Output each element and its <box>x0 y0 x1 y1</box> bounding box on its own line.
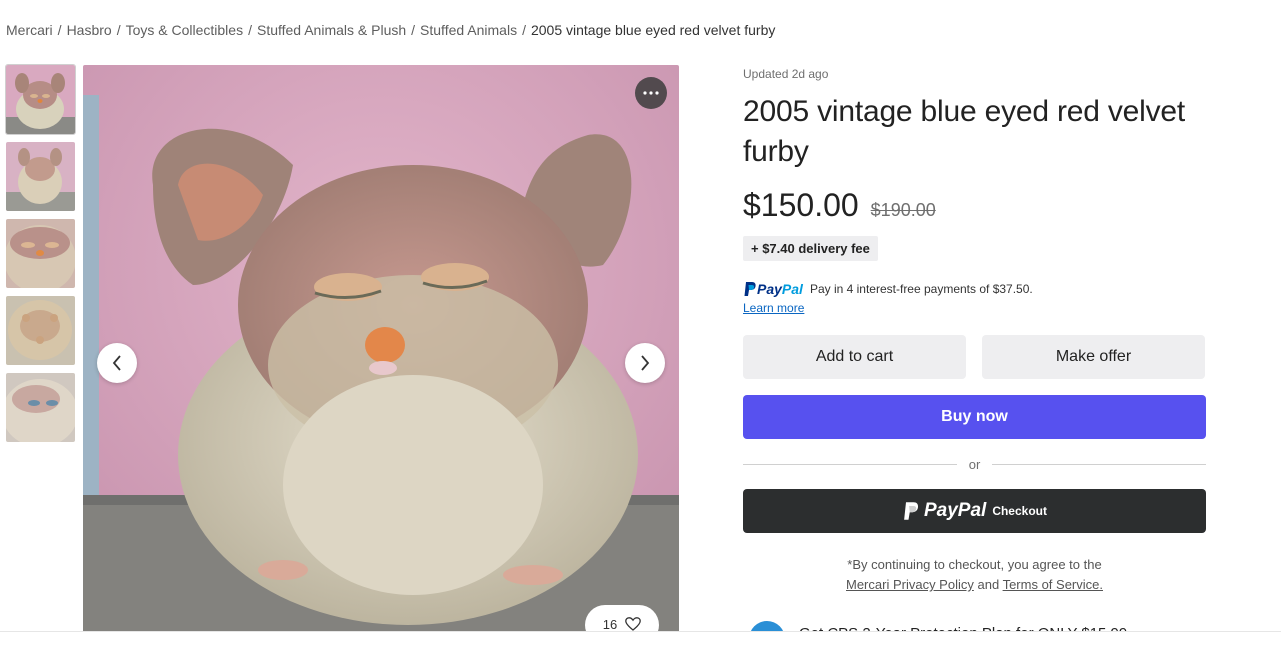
paypal-checkout-label: Checkout <box>992 504 1047 518</box>
checkout-disclaimer: *By continuing to checkout, you agree to… <box>743 555 1206 595</box>
listing-title: 2005 vintage blue eyed red velvet furby <box>743 95 1186 168</box>
paypal-logo: Pay Pal <box>743 281 803 297</box>
more-options-button[interactable] <box>635 77 667 109</box>
current-price: $150.00 <box>743 187 859 223</box>
next-image-button[interactable] <box>625 343 665 383</box>
thumbnail-2[interactable] <box>6 142 75 211</box>
paypal-p-icon <box>904 502 919 520</box>
delivery-fee-badge: + $7.40 delivery fee <box>743 236 878 261</box>
main-product-image: 16 <box>83 65 679 632</box>
paypal-message-text: Pay in 4 interest-free payments of $37.5… <box>809 282 1033 296</box>
terms-of-service-link[interactable]: Terms of Service. <box>1003 577 1103 592</box>
buy-now-button[interactable]: Buy now <box>743 395 1206 439</box>
thumbnail-1[interactable] <box>5 64 76 135</box>
breadcrumb-separator: / <box>116 22 121 38</box>
heart-icon <box>625 617 642 631</box>
price-row: $150.00 $190.00 <box>743 187 1206 224</box>
breadcrumb-current: 2005 vintage blue eyed red velvet furby <box>530 22 776 38</box>
breadcrumb-item-stuffed-plush[interactable]: Stuffed Animals & Plush <box>257 22 406 38</box>
breadcrumb-separator: / <box>57 22 62 38</box>
secondary-actions: Add to cart Make offer <box>743 335 1206 379</box>
like-count: 16 <box>602 617 618 632</box>
breadcrumb-item-stuffed-animals[interactable]: Stuffed Animals <box>420 22 517 38</box>
add-to-cart-button[interactable]: Add to cart <box>743 335 966 379</box>
breadcrumb-item-hasbro[interactable]: Hasbro <box>67 22 112 38</box>
updated-time: Updated 2d ago <box>743 67 829 81</box>
breadcrumb: Mercari / Hasbro / Toys & Collectibles /… <box>6 22 775 38</box>
paypal-checkout-button[interactable]: PayPal Checkout <box>743 489 1206 533</box>
more-horizontal-icon <box>643 91 659 95</box>
like-button[interactable]: 16 <box>585 605 659 632</box>
listing-details: Updated 2d ago 2005 vintage blue eyed re… <box>743 65 1206 645</box>
or-label: or <box>968 457 981 472</box>
breadcrumb-item-toys[interactable]: Toys & Collectibles <box>126 22 244 38</box>
divider-line <box>992 464 1206 465</box>
original-price: $190.00 <box>870 200 936 220</box>
paypal-wordmark: PayPal <box>923 500 987 521</box>
privacy-policy-link[interactable]: Mercari Privacy Policy <box>846 577 974 592</box>
paypal-p-icon <box>744 282 756 296</box>
paypal-logo-pal: Pal <box>781 281 803 297</box>
make-offer-button[interactable]: Make offer <box>982 335 1205 379</box>
paypal-pay-in-4-message: Pay Pal Pay in 4 interest-free payments o… <box>743 281 1206 297</box>
product-photo <box>83 65 679 632</box>
thumbnail-strip <box>5 64 76 450</box>
divider-line <box>743 464 957 465</box>
breadcrumb-separator: / <box>522 22 526 38</box>
breadcrumb-separator: / <box>411 22 416 38</box>
viewport-bottom-strip <box>0 632 1281 647</box>
chevron-left-icon <box>112 355 121 371</box>
previous-image-button[interactable] <box>97 343 137 383</box>
disclaimer-and: and <box>977 577 1000 592</box>
thumbnail-3[interactable] <box>6 219 75 288</box>
breadcrumb-item-mercari[interactable]: Mercari <box>6 22 53 38</box>
chevron-right-icon <box>641 355 650 371</box>
or-divider: or <box>743 457 1206 472</box>
disclaimer-text: *By continuing to checkout, you agree to… <box>847 557 1102 572</box>
thumbnail-4[interactable] <box>6 296 75 365</box>
breadcrumb-separator: / <box>248 22 252 38</box>
learn-more-link[interactable]: Learn more <box>743 301 1206 315</box>
thumbnail-5[interactable] <box>6 373 75 442</box>
paypal-logo-pay: Pay <box>757 281 782 297</box>
